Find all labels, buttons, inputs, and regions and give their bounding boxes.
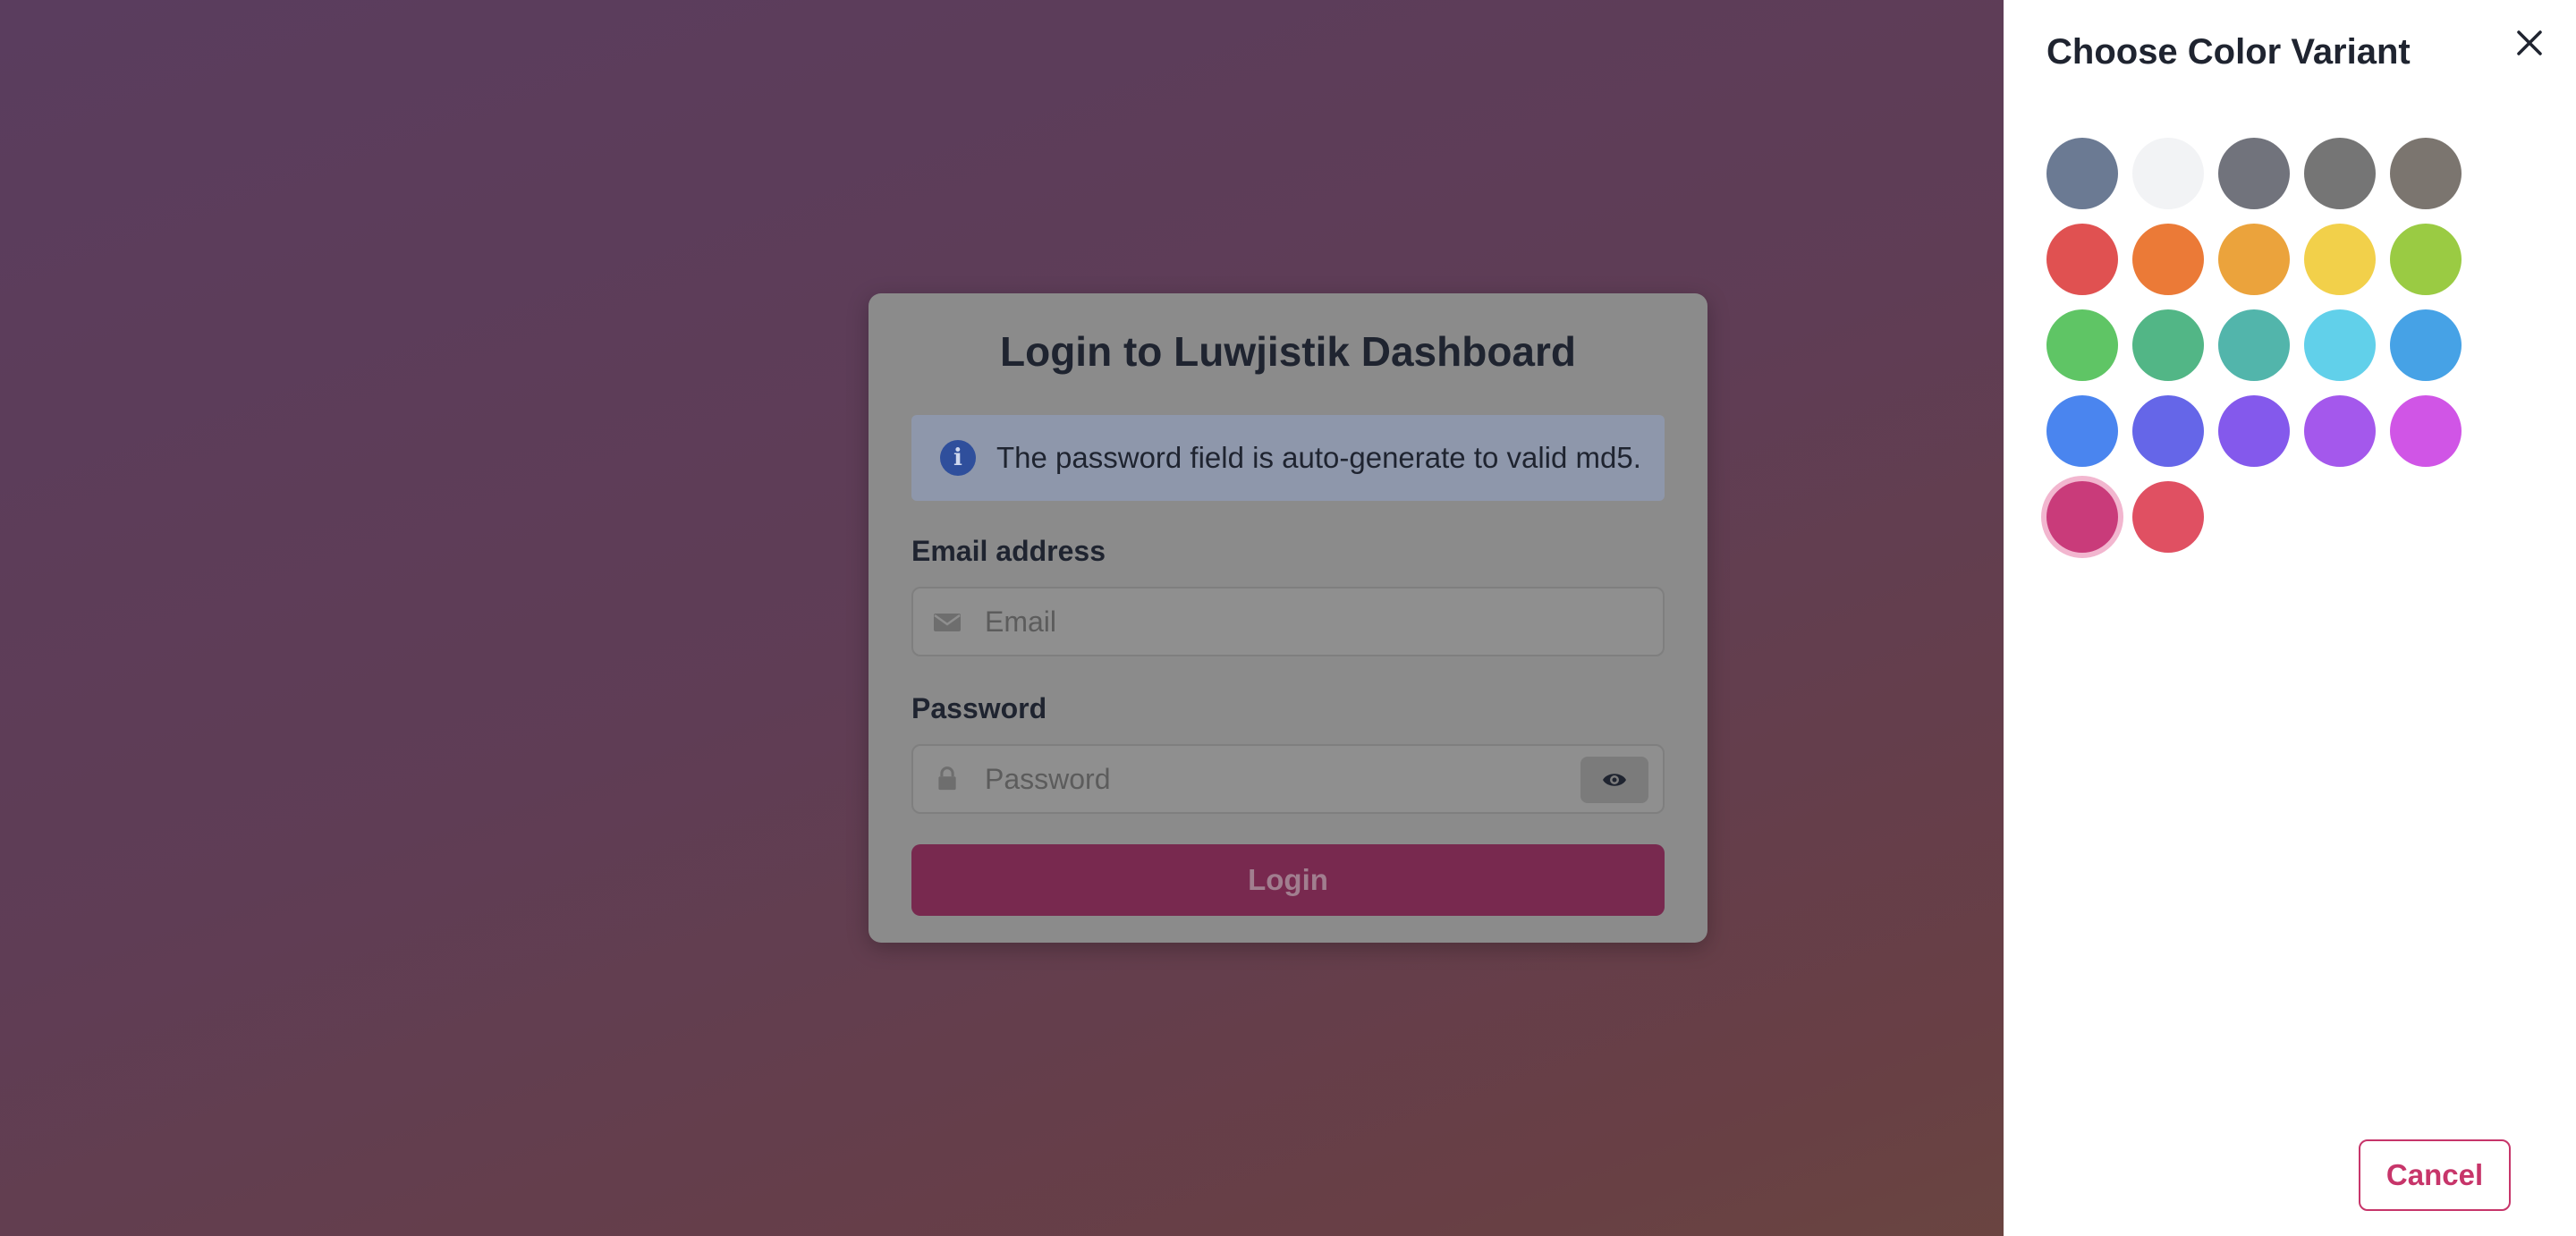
color-swatch[interactable] xyxy=(2390,138,2462,209)
color-swatch[interactable] xyxy=(2218,138,2290,209)
info-alert: i The password field is auto-generate to… xyxy=(911,415,1665,501)
color-swatch[interactable] xyxy=(2218,395,2290,467)
color-swatch[interactable] xyxy=(2046,138,2118,209)
color-swatch[interactable] xyxy=(2218,224,2290,295)
close-button[interactable] xyxy=(2512,25,2547,61)
login-card: Login to Luwjistik Dashboard i The passw… xyxy=(869,293,1707,943)
email-field[interactable]: Email xyxy=(911,587,1665,656)
envelope-icon xyxy=(934,614,961,631)
color-swatch[interactable] xyxy=(2390,224,2462,295)
color-swatch[interactable] xyxy=(2304,309,2376,381)
password-label: Password xyxy=(911,692,1047,724)
password-field[interactable]: Password xyxy=(911,744,1665,814)
login-button[interactable]: Login xyxy=(911,844,1665,916)
color-swatch[interactable] xyxy=(2046,395,2118,467)
color-variant-panel: Choose Color Variant xyxy=(2004,0,2576,1236)
eye-icon xyxy=(1603,774,1626,786)
color-swatch[interactable] xyxy=(2304,224,2376,295)
color-swatch[interactable] xyxy=(2046,481,2118,553)
cancel-button[interactable]: Cancel xyxy=(2359,1139,2511,1211)
color-swatch[interactable] xyxy=(2390,309,2462,381)
color-swatch[interactable] xyxy=(2132,395,2204,467)
close-icon xyxy=(2517,30,2542,55)
show-password-button[interactable] xyxy=(1580,757,1648,803)
color-swatch[interactable] xyxy=(2132,309,2204,381)
color-swatch[interactable] xyxy=(2132,481,2204,553)
color-swatch[interactable] xyxy=(2304,138,2376,209)
info-icon: i xyxy=(940,440,976,476)
alert-text: The password field is auto-generate to v… xyxy=(996,441,1641,474)
login-title: Login to Luwjistik Dashboard xyxy=(1000,328,1576,375)
email-placeholder: Email xyxy=(985,605,1057,638)
color-swatch[interactable] xyxy=(2218,309,2290,381)
color-swatch[interactable] xyxy=(2304,395,2376,467)
password-placeholder: Password xyxy=(985,763,1111,795)
color-swatch[interactable] xyxy=(2132,224,2204,295)
panel-title: Choose Color Variant xyxy=(2046,32,2411,72)
color-swatch[interactable] xyxy=(2390,395,2462,467)
color-swatch[interactable] xyxy=(2046,309,2118,381)
color-swatch[interactable] xyxy=(2046,224,2118,295)
lock-icon xyxy=(938,766,956,791)
color-swatch[interactable] xyxy=(2132,138,2204,209)
email-label: Email address xyxy=(911,535,1106,567)
